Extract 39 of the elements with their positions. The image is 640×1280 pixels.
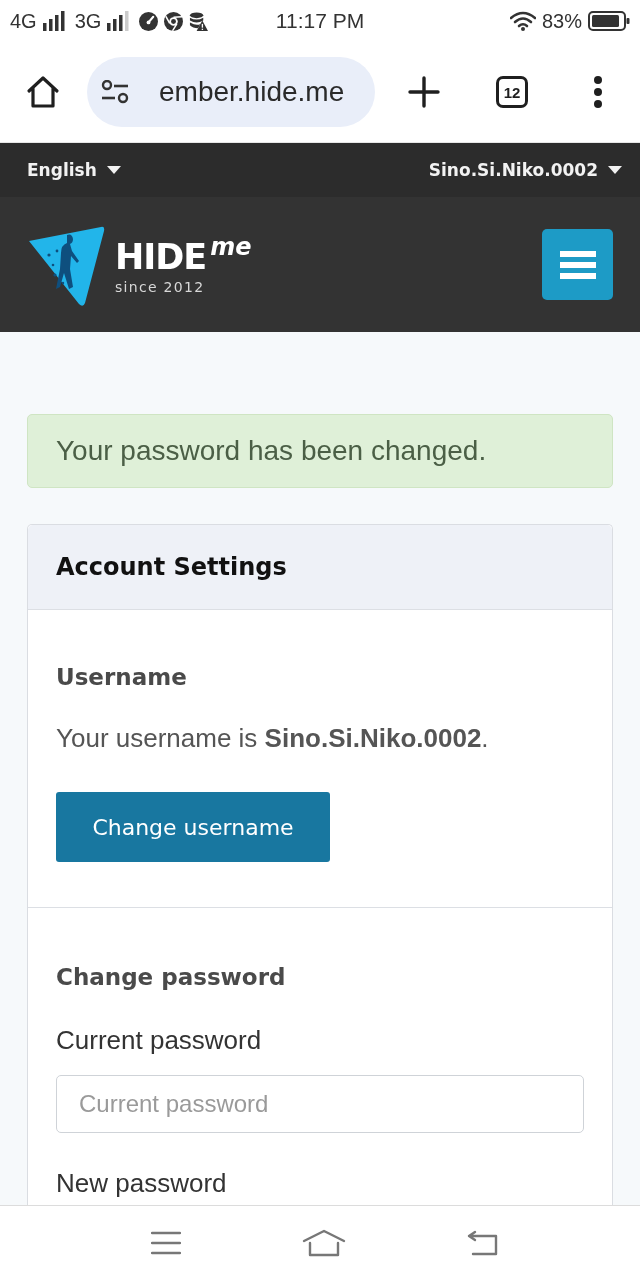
caret-icon[interactable]	[608, 166, 622, 174]
address-bar[interactable]: ember.hide.me	[87, 57, 375, 127]
menu-button[interactable]	[542, 229, 613, 300]
username-text: Your username is Sino.Si.Niko.0002.	[56, 722, 489, 754]
account-dropdown[interactable]: Sino.Si.Niko.0002	[428, 160, 622, 180]
database-warning-icon	[189, 11, 209, 31]
field-label: New password	[56, 1167, 227, 1199]
signal-icon	[42, 11, 65, 31]
more-vertical-icon[interactable]	[593, 76, 603, 108]
caret-icon[interactable]	[106, 166, 121, 174]
battery-percent: 83%	[541, 9, 582, 33]
network-type: 3G	[74, 9, 102, 33]
card-title: Account Settings	[56, 553, 287, 581]
menu-lines-icon[interactable]	[150, 1231, 181, 1255]
battery-icon	[588, 11, 630, 31]
menu-icon[interactable]	[559, 250, 596, 279]
network-type: 4G	[10, 9, 37, 33]
success-alert: Your password has been changed.	[27, 414, 613, 488]
clock-time: 11:17 PM	[275, 9, 365, 33]
tab-switcher-button[interactable]: 12	[496, 76, 528, 108]
password-field[interactable]: Current password	[56, 1075, 584, 1133]
section-title: Change password	[56, 963, 286, 992]
signal-icon	[107, 11, 130, 31]
change-username-button[interactable]: Change username	[56, 792, 330, 862]
wifi-icon	[509, 11, 536, 31]
section-title: Username	[56, 663, 187, 692]
triangle-logo-icon[interactable]	[27, 224, 105, 307]
aperture-icon	[164, 11, 184, 31]
plus-icon[interactable]	[408, 76, 440, 108]
logo-suffix: me	[210, 234, 252, 259]
url-text: ember.hide.me	[159, 76, 345, 108]
site-settings-icon[interactable]	[101, 80, 129, 104]
language-dropdown[interactable]: English	[27, 160, 121, 180]
logo-wordmark: HIDE	[115, 236, 207, 277]
field-label: Current password	[56, 1024, 262, 1056]
gauge-icon	[139, 11, 159, 31]
logo-tagline: since 2012	[115, 278, 206, 295]
back-icon[interactable]	[467, 1230, 500, 1256]
home-icon[interactable]	[25, 74, 61, 110]
